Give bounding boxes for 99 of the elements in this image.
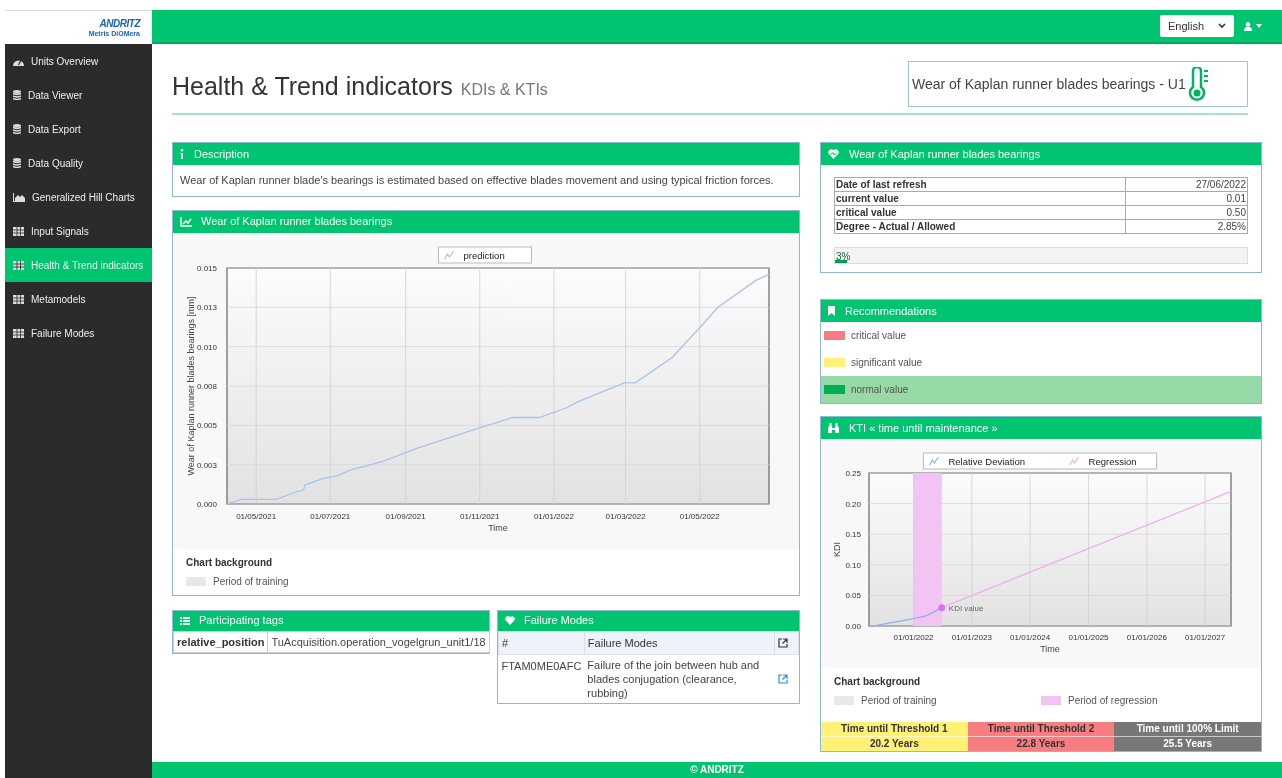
legend-label[interactable]: Relative Deviation xyxy=(948,455,1025,467)
axis-tick-label: 01/01/2023 xyxy=(951,633,992,642)
tag-name-cell: relative_position xyxy=(173,631,268,653)
area-chart-icon xyxy=(13,192,25,202)
database-icon xyxy=(13,90,21,100)
axis-tick-label: 0.008 xyxy=(196,381,217,391)
column-header: # xyxy=(498,631,585,655)
legend-label[interactable]: Regression xyxy=(1088,455,1137,467)
axis-title: Wear of Kaplan runner blades bearings [mm] xyxy=(186,296,196,475)
axis-tick-label: 0.003 xyxy=(196,460,217,470)
panel-title: Participating tags xyxy=(199,613,284,629)
recommendation-label: normal value xyxy=(851,383,909,397)
axis-tick-label: 01/09/2021 xyxy=(385,511,426,521)
status-label-cell: Date of last refresh xyxy=(834,177,1126,192)
axis-tick-label: 01/01/2025 xyxy=(1068,633,1109,642)
page-title: Health & Trend indicators xyxy=(172,71,453,102)
page-subtitle: KDIs & KTIs xyxy=(460,80,548,100)
column-header: Failure Modes xyxy=(584,631,775,655)
legend-label: Period of training xyxy=(861,694,937,708)
status-value-cell: 0.01 xyxy=(1125,191,1248,206)
legend-label: Period of training xyxy=(213,574,289,589)
axis-tick-label: 0.000 xyxy=(196,499,217,509)
caret-icon xyxy=(1256,24,1262,28)
panel-title: Recommendations xyxy=(845,303,937,319)
recommendation-label: significant value xyxy=(851,356,923,370)
table-cell: Failure of the join between hub and blades conjugation (clearance, rubbing) xyxy=(584,654,775,703)
info-icon xyxy=(180,149,184,159)
annotation-label: KDI value xyxy=(948,603,984,613)
status-value-cell: 0.50 xyxy=(1125,205,1248,220)
indicator-title: Wear of Kaplan runner blades bearings - U1 xyxy=(912,74,1186,94)
axis-title: KDI xyxy=(832,542,842,557)
threshold-value: 20.2 Years xyxy=(868,737,920,751)
table-icon xyxy=(13,294,24,304)
axis-tick-label: 0.00 xyxy=(845,622,861,631)
axis-tick-label: 01/01/2022 xyxy=(533,511,574,521)
axis-tick-label: 01/01/2022 xyxy=(893,633,934,642)
status-value-cell: 27/06/2022 xyxy=(1125,177,1248,192)
chevron-down-icon xyxy=(1218,23,1226,29)
axis-tick-label: 01/05/2022 xyxy=(679,511,720,521)
table-icon xyxy=(13,260,24,270)
status-label-cell: Degree - Actual / Allowed xyxy=(834,219,1126,234)
panel-title: Description xyxy=(194,146,250,162)
table-cell: FTAM0ME0AFC xyxy=(498,654,585,703)
user-icon xyxy=(1244,21,1252,31)
axis-tick-label: 0.015 xyxy=(196,263,217,273)
recommendation-label: critical value xyxy=(851,329,907,343)
line-chart-icon xyxy=(180,216,192,227)
description-text: Wear of Kaplan runner blade's bearings is estimated based on effective blades movement and using typical friction forces. xyxy=(179,173,775,188)
data-point xyxy=(938,604,946,612)
legend-label: Period of regression xyxy=(1068,694,1158,708)
threshold-label: Time until 100% Limit xyxy=(1114,722,1261,737)
axis-tick-label: 0.15 xyxy=(845,530,861,540)
threshold-value: 22.8 Years xyxy=(1015,737,1067,751)
axis-tick-label: 01/01/2024 xyxy=(1010,633,1051,642)
axis-tick-label: 01/07/2021 xyxy=(310,511,351,521)
panel-title: Wear of Kaplan runner blades bearings xyxy=(201,214,393,230)
copyright-text: © ANDRITZ xyxy=(690,763,744,777)
list-icon xyxy=(180,616,190,625)
thermometer-icon xyxy=(1187,67,1210,101)
threshold-value: 25.5 Years xyxy=(1162,737,1214,751)
legend-title: Chart background xyxy=(834,675,922,689)
panel-title: Wear of Kaplan runner blades bearings xyxy=(849,146,1041,162)
axis-tick-label: 0.05 xyxy=(845,591,861,601)
logo-brand: ANDRITZ xyxy=(99,17,140,29)
language-select[interactable]: English xyxy=(1160,15,1234,37)
axis-tick-label: 01/05/2021 xyxy=(236,511,277,521)
binoculars-icon xyxy=(828,423,839,433)
tag-source-cell: TuAcquisition.operation_vogelgrun_unit1/18 xyxy=(267,631,490,653)
table-icon xyxy=(13,328,24,338)
panel-title: Failure Modes xyxy=(524,613,594,629)
database-icon xyxy=(13,158,21,168)
bookmark-icon xyxy=(828,306,835,316)
legend-title: Chart background xyxy=(186,555,274,570)
axis-tick-label: 01/03/2022 xyxy=(605,511,646,521)
status-label-cell: current value xyxy=(834,191,1126,206)
database-icon xyxy=(13,124,21,134)
user-menu-button[interactable] xyxy=(1244,21,1262,31)
axis-title: Time xyxy=(1040,644,1060,654)
axis-tick-label: 0.005 xyxy=(196,420,217,430)
axis-tick-label: 0.25 xyxy=(845,469,861,478)
axis-tick-label: 0.013 xyxy=(196,302,217,312)
axis-tick-label: 01/01/2027 xyxy=(1185,633,1226,642)
legend-label[interactable]: prediction xyxy=(463,249,505,260)
heart-icon xyxy=(505,616,515,625)
axis-tick-label: 0.10 xyxy=(845,560,861,570)
status-label-cell: critical value xyxy=(834,205,1126,220)
threshold-label: Time until Threshold 1 xyxy=(821,722,968,737)
heart-pulse-icon xyxy=(828,149,839,159)
external-link-icon[interactable] xyxy=(778,637,788,648)
axis-title: Time xyxy=(488,522,508,533)
axis-tick-label: 01/01/2026 xyxy=(1126,633,1167,642)
axis-tick-label: 0.010 xyxy=(196,342,217,352)
threshold-label: Time until Threshold 2 xyxy=(967,722,1115,737)
panel-title: KTI « time until maintenance » xyxy=(849,420,998,436)
axis-tick-label: 0.20 xyxy=(845,499,861,509)
status-value-cell: 2.85% xyxy=(1125,219,1248,234)
table-icon xyxy=(13,226,24,236)
progress-label: 3% xyxy=(836,250,851,264)
axis-tick-label: 01/11/2021 xyxy=(460,511,500,521)
